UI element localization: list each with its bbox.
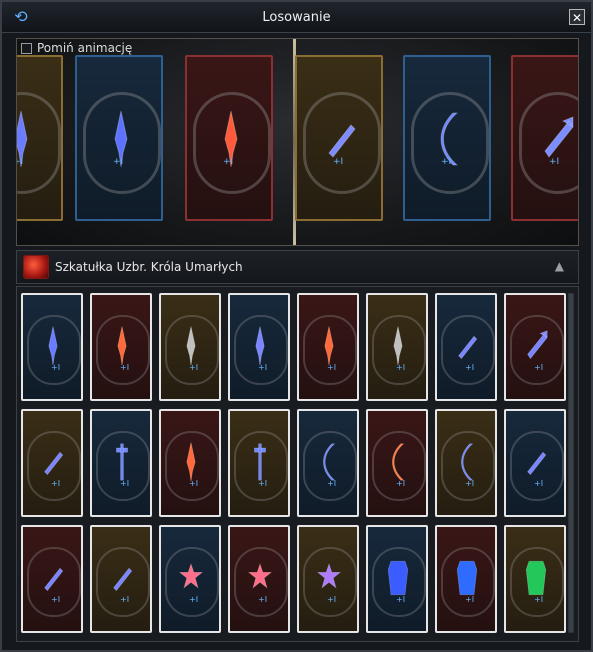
upgrade-tag: +I [534,479,544,488]
upgrade-tag: +I [465,595,475,604]
upgrade-tag: +I [51,595,61,604]
window-ornament-icon: ⟲ [14,7,28,26]
collapse-up-icon[interactable]: ▲ [555,259,564,273]
grid-item-card[interactable]: +I [90,525,152,633]
grid-item-card[interactable]: +I [435,525,497,633]
grid-item-card[interactable]: +I [228,293,290,401]
upgrade-tag: +I [189,595,199,604]
grid-item-card[interactable]: +I [21,293,83,401]
upgrade-tag: +I [441,157,452,167]
title-bar: ⟲ Losowanie ✕ [2,2,591,33]
grid-item-card[interactable]: +I [504,293,566,401]
upgrade-tag: +I [396,595,406,604]
grid-item-card[interactable]: +I [90,409,152,517]
upgrade-tag: +I [120,363,130,372]
upgrade-tag: +I [465,363,475,372]
grid-item-card[interactable]: +I [159,525,221,633]
upgrade-tag: +I [258,479,268,488]
grid-item-card[interactable]: +I [297,525,359,633]
upgrade-tag: +I [327,595,337,604]
grid-item-card[interactable]: +I [366,293,428,401]
reel-card: +I [17,55,63,221]
upgrade-tag: +I [534,363,544,372]
grid-scrollbar[interactable] [568,293,574,633]
upgrade-tag: +I [396,363,406,372]
spin-reel: Pomiń animację +I +I +I +I +I +I [16,38,579,246]
upgrade-tag: +I [51,363,61,372]
upgrade-tag: +I [189,479,199,488]
grid-item-card[interactable]: +I [228,409,290,517]
upgrade-tag: +I [120,595,130,604]
upgrade-tag: +I [51,479,61,488]
reel-card: +I [75,55,163,221]
grid-item-card[interactable]: +I [504,409,566,517]
lottery-window: ⟲ Losowanie ✕ Pomiń animację +I+I+I+I+I+… [0,0,593,652]
grid-item-card[interactable]: +I [159,409,221,517]
reel-card: +I [295,55,383,221]
grid-scroll-thumb[interactable] [569,294,573,632]
upgrade-tag: +I [534,595,544,604]
upgrade-tag: +I [327,363,337,372]
upgrade-tag: +I [258,595,268,604]
upgrade-tag: +I [113,157,124,167]
grid-item-card[interactable]: +I [159,293,221,401]
grid-item-card[interactable]: +I [366,525,428,633]
skip-animation-label: Pomiń animację [37,41,133,55]
upgrade-tag: +I [333,157,344,167]
upgrade-tag: +I [223,157,234,167]
upgrade-tag: +I [465,479,475,488]
grid-item-card[interactable]: +I [297,409,359,517]
window-title: Losowanie [262,9,331,25]
item-grid: +I +I +I +I +I +I +I +I +I +I +I +I +I +I +I +I +I +I +I +I… [16,286,579,642]
skip-animation-row[interactable]: Pomiń animację [21,41,132,55]
reel-card: +I [403,55,491,221]
grid-item-card[interactable]: +I [90,293,152,401]
grid-item-card[interactable]: +I [435,409,497,517]
reel-card: +I [185,55,273,221]
skip-animation-checkbox[interactable] [21,42,32,54]
grid-item-card[interactable]: +I [435,293,497,401]
upgrade-tag: +I [17,157,24,167]
box-header[interactable]: Szkatułka Uzbr. Króla Umarłych ▲ [16,250,579,284]
upgrade-tag: +I [549,157,560,167]
grid-item-card[interactable]: +I [297,293,359,401]
grid-item-card[interactable]: +I [366,409,428,517]
grid-item-card[interactable]: +I [504,525,566,633]
close-button[interactable]: ✕ [569,9,585,25]
upgrade-tag: +I [396,479,406,488]
close-icon: ✕ [571,11,583,25]
upgrade-tag: +I [120,479,130,488]
upgrade-tag: +I [189,363,199,372]
reel-card: +I [511,55,578,221]
grid-item-card[interactable]: +I [228,525,290,633]
grid-item-card[interactable]: +I [21,525,83,633]
upgrade-tag: +I [327,479,337,488]
grid-item-card[interactable]: +I [21,409,83,517]
upgrade-tag: +I [258,363,268,372]
treasure-box-icon [23,255,49,279]
box-title: Szkatułka Uzbr. Króla Umarłych [55,260,243,274]
